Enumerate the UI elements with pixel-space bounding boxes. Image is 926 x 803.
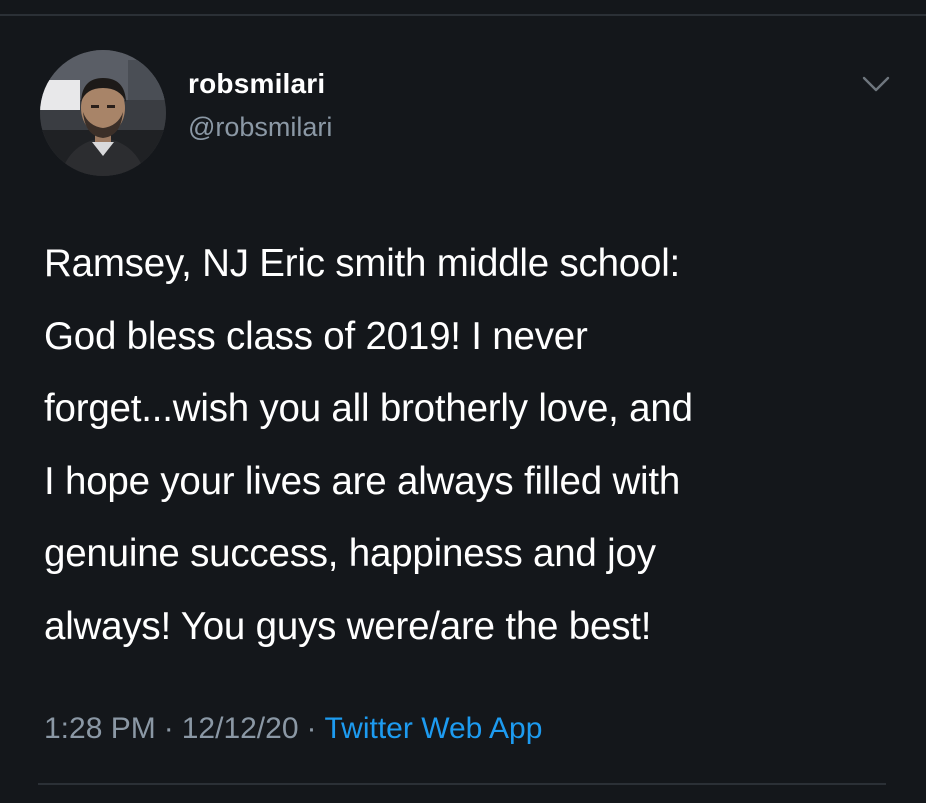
avatar[interactable] <box>40 50 166 176</box>
tweet-source-link[interactable]: Twitter Web App <box>325 712 543 745</box>
tweet-screenshot: robsmilari @robsmilari Ramsey, NJ Eric s… <box>0 0 926 803</box>
top-divider <box>0 14 926 16</box>
author-handle[interactable]: @robsmilari <box>188 112 332 143</box>
tweet-meta: 1:28 PM · 12/12/20 · Twitter Web App <box>44 712 542 746</box>
bottom-divider <box>38 783 886 785</box>
tweet-date[interactable]: 12/12/20 <box>182 712 299 745</box>
author-display-name[interactable]: robsmilari <box>188 68 325 100</box>
chevron-down-icon <box>862 76 890 92</box>
meta-separator: · <box>306 712 317 745</box>
tweet-text: Ramsey, NJ Eric smith middle school: God… <box>44 242 693 648</box>
meta-separator: · <box>163 712 174 745</box>
tweet-time[interactable]: 1:28 PM <box>44 712 156 745</box>
tweet-menu-button[interactable] <box>858 70 894 98</box>
profile-photo-icon <box>40 50 166 176</box>
